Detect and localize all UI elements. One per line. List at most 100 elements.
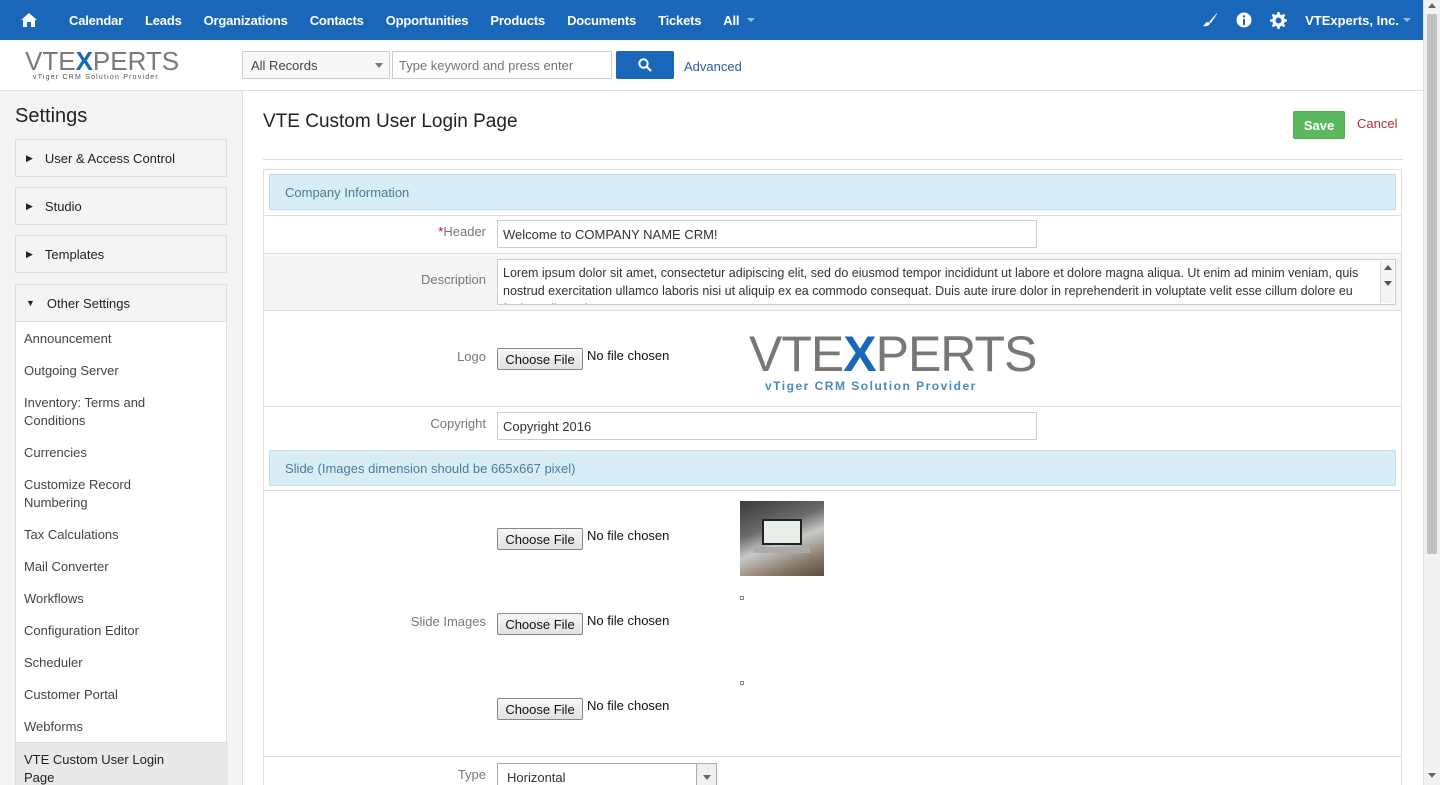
header-input[interactable] [497, 220, 1037, 248]
sidebar-block-templates[interactable]: ▶ Templates [15, 235, 227, 273]
divider [263, 159, 1403, 160]
scroll-down-icon [1428, 773, 1436, 778]
sidebar-item-inventory-terms-2[interactable]: Conditions [24, 412, 85, 430]
header-label-text: Header [443, 224, 486, 239]
preview-logo-text-b: X [843, 326, 876, 382]
brush-icon[interactable] [1202, 12, 1218, 28]
search-icon [638, 58, 652, 72]
preview-logo-text-c: PERTS [875, 326, 1038, 382]
scroll-down-icon [1384, 281, 1392, 286]
slide-images-row: Slide Images Choose File No file chosen … [264, 490, 1401, 756]
expand-icon: ▶ [26, 152, 33, 163]
expand-icon: ▶ [26, 200, 33, 211]
collapse-icon: ▼ [26, 298, 35, 308]
records-select[interactable]: All Records [242, 51, 390, 79]
description-textarea[interactable]: Lorem ipsum dolor sit amet, consectetur … [497, 259, 1396, 305]
user-menu[interactable]: VTExperts, Inc. [1305, 13, 1411, 28]
nav-calendar[interactable]: Calendar [58, 13, 134, 28]
copyright-label: Copyright [430, 416, 486, 431]
cancel-link[interactable]: Cancel [1357, 116, 1397, 131]
gear-icon[interactable] [1270, 11, 1288, 29]
logo-text-b: X [75, 46, 93, 76]
top-navbar: Calendar Leads Organizations Contacts Op… [0, 0, 1423, 40]
logo-choose-file-button[interactable]: Choose File [497, 348, 583, 370]
settings-sidebar: Settings ▶ User & Access Control ▶ Studio … [0, 91, 243, 785]
nav-all-label: All [723, 12, 740, 28]
nav-contacts[interactable]: Contacts [299, 13, 375, 28]
sidebar-block-label: Other Settings [46, 295, 131, 311]
logo-file-status: No file chosen [587, 348, 670, 363]
type-row: Type Horizontal [264, 756, 1401, 785]
records-select-value: All Records [251, 58, 318, 73]
nav-leads[interactable]: Leads [134, 13, 193, 28]
slide-3-file-status: No file chosen [587, 698, 670, 713]
sidebar-item-inventory-terms[interactable]: Inventory: Terms and [24, 394, 145, 412]
chevron-down-icon [747, 18, 756, 22]
textarea-scrollbar[interactable] [1380, 261, 1394, 303]
slide-1-choose-file-button[interactable]: Choose File [497, 528, 583, 550]
sidebar-item-webforms[interactable]: Webforms [24, 718, 83, 736]
expand-icon: ▶ [26, 248, 33, 259]
nav-tickets[interactable]: Tickets [647, 13, 712, 28]
copyright-input[interactable] [497, 412, 1037, 440]
nav-products[interactable]: Products [479, 13, 556, 28]
sidebar-block-user-access[interactable]: ▶ User & Access Control [15, 139, 227, 177]
sidebar-title: Settings [15, 105, 88, 127]
description-label: Description [420, 272, 486, 287]
type-select[interactable]: Horizontal [497, 763, 717, 785]
scroll-up-icon [1428, 3, 1436, 8]
nav-opportunities[interactable]: Opportunities [375, 13, 480, 28]
logo-preview: VTEXPERTS vTiger CRM Solution Provider [749, 329, 1039, 397]
header-label: *Header [438, 224, 486, 239]
sidebar-item-scheduler[interactable]: Scheduler [24, 654, 83, 672]
main-content: VTE Custom User Login Page Save Cancel C… [243, 91, 1423, 785]
slide-2-choose-file-button[interactable]: Choose File [497, 613, 583, 635]
sidebar-item-customize-record[interactable]: Customize Record [24, 476, 131, 494]
section-company-info: Company Information [269, 174, 1396, 210]
sidebar-item-announcement[interactable]: Announcement [24, 330, 111, 348]
search-input[interactable] [392, 51, 612, 79]
description-text: Lorem ipsum dolor sit amet, consectetur … [503, 266, 1359, 304]
sidebar-item-vte-login-page[interactable]: VTE Custom User Login [24, 751, 164, 769]
sidebar-item-mail-converter[interactable]: Mail Converter [24, 558, 109, 576]
nav-all-menu[interactable]: All [712, 13, 766, 28]
sidebar-item-currencies[interactable]: Currencies [24, 444, 87, 462]
sidebar-item-customize-record-2[interactable]: Numbering [24, 494, 88, 512]
section-slide: Slide (Images dimension should be 665x66… [269, 450, 1396, 486]
nav-documents[interactable]: Documents [556, 13, 647, 28]
page-title: VTE Custom User Login Page [263, 111, 518, 132]
home-button[interactable] [0, 0, 58, 40]
info-icon[interactable] [1236, 12, 1252, 28]
sidebar-item-tax-calculations[interactable]: Tax Calculations [24, 526, 119, 544]
slide-3-choose-file-button[interactable]: Choose File [497, 698, 583, 720]
save-button[interactable]: Save [1293, 111, 1345, 139]
laptop-screen [762, 519, 802, 545]
user-name: VTExperts, Inc. [1305, 12, 1399, 28]
page-scrollbar[interactable] [1423, 0, 1440, 785]
description-row: Description Lorem ipsum dolor sit amet, … [264, 253, 1401, 310]
scrollbar-thumb[interactable] [1427, 14, 1437, 554]
copyright-row: Copyright [264, 406, 1401, 444]
nav-organizations[interactable]: Organizations [193, 13, 299, 28]
chevron-down-icon [1403, 18, 1411, 22]
sidebar-item-vte-login-page-2[interactable]: Page [24, 769, 54, 785]
logo-text-a: VTE [25, 46, 76, 76]
laptop-base [754, 547, 810, 553]
other-settings-menu: Announcement Outgoing Server Inventory: … [15, 322, 228, 785]
sidebar-block-label: Studio [44, 198, 82, 214]
sidebar-block-studio[interactable]: ▶ Studio [15, 187, 227, 225]
sidebar-item-configuration-editor[interactable]: Configuration Editor [24, 622, 139, 640]
company-logo[interactable]: VTEXPERTS vTiger CRM Solution Provider [25, 48, 185, 84]
header-row: *Header [264, 215, 1401, 253]
advanced-search-link[interactable]: Advanced [684, 59, 742, 74]
sidebar-item-customer-portal[interactable]: Customer Portal [24, 686, 118, 704]
sidebar-block-label: User & Access Control [44, 150, 175, 166]
slide-2-file-status: No file chosen [587, 613, 670, 628]
home-icon [21, 13, 37, 27]
sidebar-item-outgoing-server[interactable]: Outgoing Server [24, 362, 119, 380]
sidebar-block-other-settings[interactable]: ▼ Other Settings [15, 284, 227, 322]
sidebar-item-workflows[interactable]: Workflows [24, 590, 84, 608]
type-label: Type [457, 767, 486, 782]
search-button[interactable] [616, 51, 674, 79]
sidebar-block-label: Templates [44, 246, 105, 262]
